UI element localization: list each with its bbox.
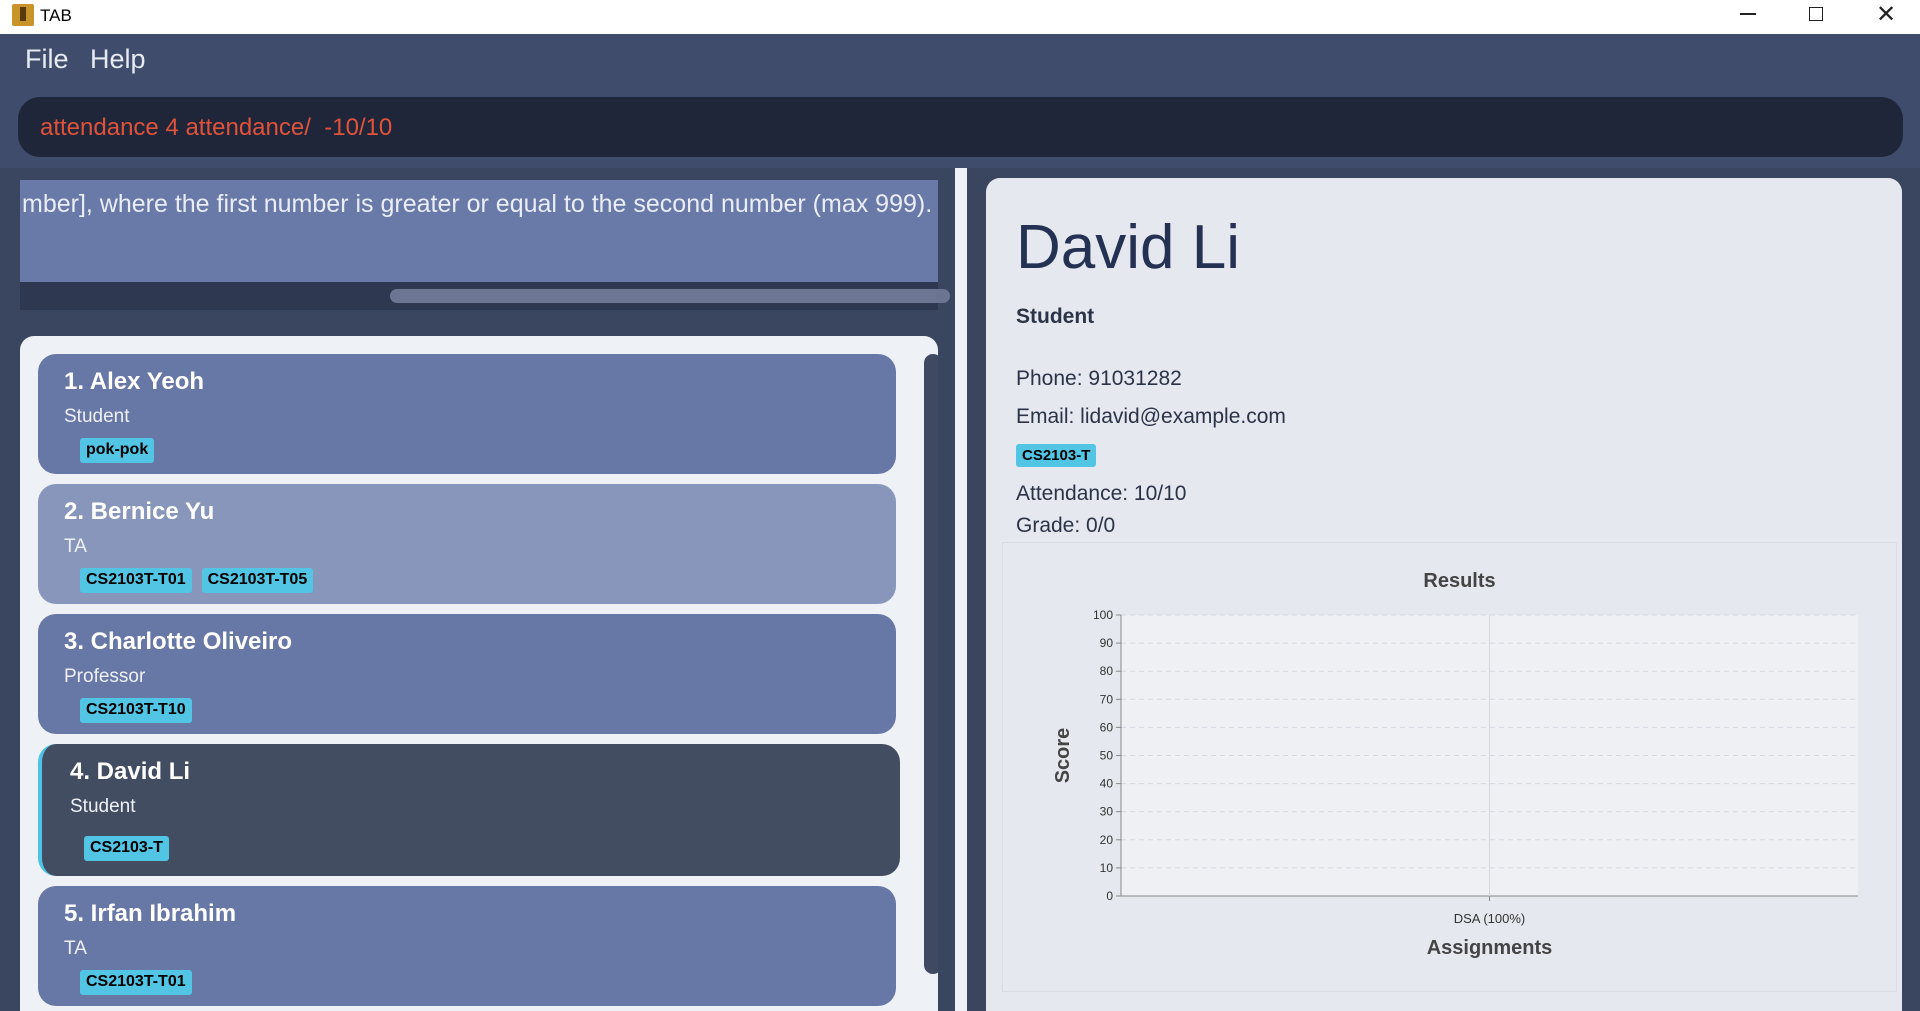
tag-row: CS2103-T — [84, 836, 169, 861]
y-tick-label: 50 — [1100, 749, 1114, 763]
maximize-icon[interactable] — [1786, 0, 1846, 28]
tag: CS2103T-T01 — [80, 970, 192, 995]
scrollbar-thumb[interactable] — [390, 289, 950, 303]
person-role: TA — [64, 938, 87, 959]
chart-canvas: 0 10 20 30 40 50 60 70 80 90 100 DSA (100%) Results A… — [1052, 570, 1858, 959]
command-box — [18, 97, 1903, 159]
y-tick-label: 20 — [1100, 833, 1114, 847]
y-tick-label: 10 — [1100, 861, 1114, 875]
detail-phone: Phone: 91031282 — [1016, 367, 1182, 390]
y-tick-label: 40 — [1100, 777, 1114, 791]
detail-name: David Li — [1016, 213, 1240, 282]
y-tick-label: 0 — [1106, 889, 1113, 903]
x-tick-label: DSA (100%) — [1454, 911, 1526, 926]
person-card[interactable]: 2. Bernice Yu TA CS2103T-T01 CS2103T-T05 — [38, 484, 896, 604]
scrollbar-thumb[interactable] — [927, 358, 938, 958]
result-text: mber], where the first number is greater… — [22, 190, 933, 218]
chart-title: Results — [1423, 570, 1495, 592]
detail-email: Email: lidavid@example.com — [1016, 405, 1286, 428]
tag-row: CS2103T-T10 — [80, 698, 192, 723]
person-card[interactable]: 5. Irfan Ibrahim TA CS2103T-T01 — [38, 886, 896, 1006]
detail-grade: Grade: 0/0 — [1016, 514, 1116, 537]
person-name: 2. Bernice Yu — [64, 498, 215, 525]
y-tick-label: 100 — [1093, 608, 1113, 622]
person-list-panel: 1. Alex Yeoh Student pok-pok 2. Bernice Yu T… — [20, 336, 938, 1011]
tag-row: CS2103T-T01 — [80, 970, 192, 995]
tag: CS2103T-T01 — [80, 568, 192, 593]
close-icon[interactable]: ✕ — [1856, 0, 1916, 28]
y-tick-label: 30 — [1100, 805, 1114, 819]
person-card[interactable]: 4. David Li Student CS2103-T — [38, 744, 900, 876]
menu-bar: File Help — [0, 34, 1920, 88]
tag: CS2103T-T05 — [201, 568, 314, 593]
results-chart: 0 10 20 30 40 50 60 70 80 90 100 DSA (100%) Results A… — [1002, 542, 1897, 992]
x-axis-label: Assignments — [1427, 937, 1553, 959]
person-name: 5. Irfan Ibrahim — [64, 900, 237, 927]
split-divider[interactable] — [955, 168, 967, 1011]
detail-tag: CS2103-T — [1016, 444, 1097, 467]
y-tick-label: 80 — [1100, 664, 1114, 678]
person-name: 1. Alex Yeoh — [64, 368, 205, 395]
person-card[interactable]: 3. Charlotte Oliveiro Professor CS2103T-T1… — [38, 614, 896, 734]
title-bar: TAB ✕ — [0, 0, 1920, 34]
tag-row: pok-pok — [80, 438, 155, 463]
person-role: Student — [64, 406, 130, 427]
window-title: TAB — [40, 6, 72, 25]
tag: pok-pok — [80, 438, 155, 463]
person-name: 3. Charlotte Oliveiro — [64, 628, 293, 655]
person-card[interactable]: 1. Alex Yeoh Student pok-pok — [38, 354, 896, 474]
minimize-icon[interactable] — [1718, 0, 1778, 28]
y-axis-label: Score — [1052, 728, 1074, 784]
result-display: mber], where the first number is greater… — [20, 180, 938, 282]
detail-attendance: Attendance: 10/10 — [1016, 482, 1187, 505]
command-input[interactable] — [38, 97, 1882, 159]
menu-file[interactable]: File — [25, 44, 69, 75]
person-role: Student — [70, 796, 136, 817]
menu-help[interactable]: Help — [90, 44, 146, 75]
horizontal-scrollbar[interactable] — [20, 282, 950, 310]
y-tick-label: 70 — [1100, 692, 1114, 706]
detail-role: Student — [1016, 305, 1095, 328]
y-tick-label: 60 — [1100, 720, 1114, 734]
tag: CS2103T-T10 — [80, 698, 192, 723]
tag-row: CS2103T-T01 CS2103T-T05 — [80, 568, 314, 593]
person-list: 1. Alex Yeoh Student pok-pok 2. Bernice Yu T… — [38, 354, 900, 1011]
tag: CS2103-T — [84, 836, 169, 861]
y-tick-label: 90 — [1100, 636, 1114, 650]
person-name: 4. David Li — [70, 758, 191, 785]
app-logo-icon — [12, 4, 34, 26]
person-role: Professor — [64, 666, 146, 687]
vertical-scrollbar[interactable] — [924, 354, 938, 974]
person-role: TA — [64, 536, 87, 557]
